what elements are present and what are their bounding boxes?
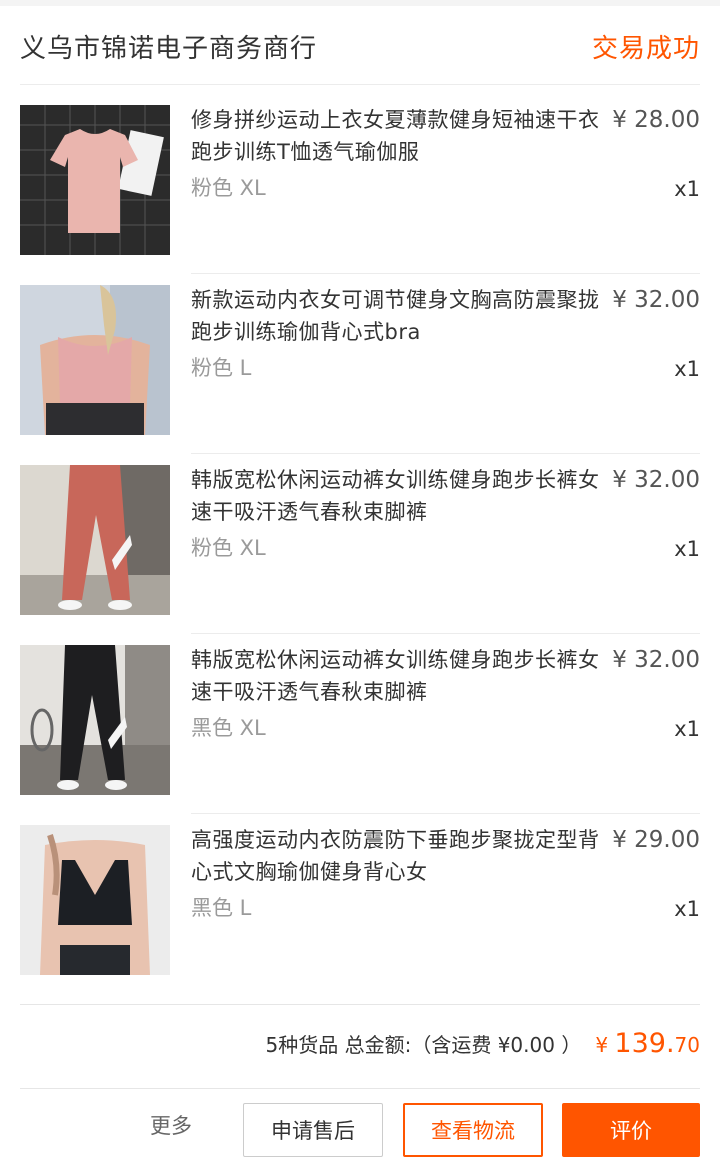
product-title[interactable]: 修身拼纱运动上衣女夏薄款健身短袖速干衣跑步训练T恤透气瑜伽服: [191, 104, 603, 168]
product-title[interactable]: 高强度运动内衣防震防下垂跑步聚拢定型背心式文胸瑜伽健身背心女: [191, 824, 603, 888]
product-price: ¥ 28.00: [612, 107, 700, 133]
product-thumbnail[interactable]: [20, 105, 170, 255]
product-price: ¥ 32.00: [612, 467, 700, 493]
order-item[interactable]: 新款运动内衣女可调节健身文胸高防震聚拢跑步训练瑜伽背心式bra ¥ 32.00 …: [20, 265, 700, 445]
view-logistics-button[interactable]: 查看物流: [403, 1103, 543, 1157]
product-sku: 粉色 XL: [191, 536, 266, 560]
product-quantity: x1: [674, 897, 700, 921]
order-total: ¥ 139.70: [595, 1028, 700, 1059]
total-major: 139.: [614, 1028, 675, 1059]
product-quantity: x1: [674, 177, 700, 201]
order-header: 义乌市锦诺电子商务商行 交易成功: [20, 8, 700, 85]
order-summary: 5种货品 总金额:（含运费 ¥0.00 ） ¥ 139.70: [266, 1028, 700, 1059]
actions-divider: [20, 1088, 700, 1089]
currency-symbol: ¥: [595, 1033, 609, 1057]
product-sku: 粉色 L: [191, 356, 252, 380]
product-thumbnail[interactable]: [20, 825, 170, 975]
more-link[interactable]: 更多: [150, 1110, 192, 1140]
after-sale-button[interactable]: 申请售后: [243, 1103, 383, 1157]
product-title[interactable]: 韩版宽松休闲运动裤女训练健身跑步长裤女速干吸汗透气春秋束脚裤: [191, 644, 603, 708]
order-item[interactable]: 修身拼纱运动上衣女夏薄款健身短袖速干衣跑步训练T恤透气瑜伽服 ¥ 28.00 粉…: [20, 85, 700, 265]
product-title[interactable]: 新款运动内衣女可调节健身文胸高防震聚拢跑步训练瑜伽背心式bra: [191, 284, 603, 348]
product-quantity: x1: [674, 357, 700, 381]
order-item[interactable]: 韩版宽松休闲运动裤女训练健身跑步长裤女速干吸汗透气春秋束脚裤 ¥ 32.00 黑…: [20, 625, 700, 805]
product-quantity: x1: [674, 717, 700, 741]
order-item[interactable]: 高强度运动内衣防震防下垂跑步聚拢定型背心式文胸瑜伽健身背心女 ¥ 29.00 黑…: [20, 805, 700, 985]
product-sku: 黑色 XL: [191, 716, 266, 740]
review-button[interactable]: 评价: [562, 1103, 700, 1157]
product-sku: 黑色 L: [191, 896, 252, 920]
product-title[interactable]: 韩版宽松休闲运动裤女训练健身跑步长裤女速干吸汗透气春秋束脚裤: [191, 464, 603, 528]
summary-divider: [20, 1004, 700, 1005]
order-card: 义乌市锦诺电子商务商行 交易成功 修身拼纱运动上衣女夏薄款健身短袖速干衣跑步训练…: [0, 0, 720, 1168]
summary-text: 5种货品 总金额:（含运费 ¥0.00 ）: [265, 1033, 582, 1057]
product-price: ¥ 32.00: [612, 287, 700, 313]
product-thumbnail[interactable]: [20, 465, 170, 615]
order-item[interactable]: 韩版宽松休闲运动裤女训练健身跑步长裤女速干吸汗透气春秋束脚裤 ¥ 32.00 粉…: [20, 445, 700, 625]
product-sku: 粉色 XL: [191, 176, 266, 200]
product-thumbnail[interactable]: [20, 645, 170, 795]
product-price: ¥ 32.00: [612, 647, 700, 673]
total-minor: 70: [674, 1033, 700, 1057]
shop-name[interactable]: 义乌市锦诺电子商务商行: [20, 28, 317, 65]
product-price: ¥ 29.00: [612, 827, 700, 853]
product-thumbnail[interactable]: [20, 285, 170, 435]
product-quantity: x1: [674, 537, 700, 561]
top-strip: [0, 0, 720, 6]
order-status: 交易成功: [591, 33, 700, 64]
